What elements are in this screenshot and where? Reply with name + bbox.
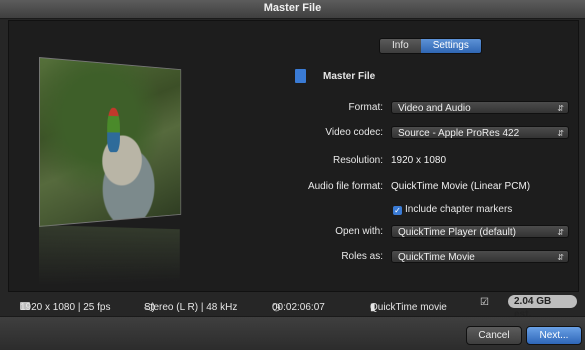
roles-as-value: QuickTime Movie — [398, 252, 475, 263]
settings-panel: Info Settings Master File Format: Video … — [8, 20, 579, 292]
audio-info-text: Stereo (L R) | 48 kHz — [144, 302, 238, 313]
audio-format-value: QuickTime Movie (Linear PCM) — [391, 181, 531, 192]
video-codec-label: Video codec: — [325, 127, 383, 138]
video-info-text: 1920 x 1080 | 25 fps — [20, 302, 111, 313]
preview-area — [9, 21, 299, 291]
tab-info[interactable]: Info — [380, 39, 421, 53]
popup-arrows-icon: ⇵ — [557, 104, 564, 113]
title-bar: Master File — [0, 0, 585, 19]
settings-heading: Master File — [323, 71, 376, 82]
checkmark-icon: ✓ — [393, 206, 402, 215]
popup-arrows-icon: ⇵ — [557, 228, 564, 237]
open-with-label: Open with: — [335, 226, 383, 237]
chapter-markers-checkbox[interactable]: ✓ Include chapter markers — [393, 204, 512, 215]
preview-reflection — [39, 225, 180, 285]
duration-text: 00:02:06:07 — [272, 302, 325, 313]
next-button[interactable]: Next... — [526, 326, 582, 345]
button-bar: Cancel Next... — [0, 316, 585, 350]
format-popup[interactable]: Video and Audio ⇵ — [391, 101, 569, 114]
file-type-text: QuickTime movie — [370, 302, 447, 313]
document-icon — [295, 69, 306, 83]
status-bar: 1920 x 1080 | 25 fps ◁) Stereo (L R) | 4… — [8, 292, 577, 320]
popup-arrows-icon: ⇵ — [557, 129, 564, 138]
roles-as-popup[interactable]: QuickTime Movie ⇵ — [391, 250, 569, 263]
resolution-label: Resolution: — [332, 155, 383, 166]
tab-settings[interactable]: Settings — [420, 39, 481, 53]
share-dialog: Master File Info Settings Master File Fo… — [0, 0, 585, 350]
chapter-markers-label: Include chapter markers — [405, 204, 513, 215]
parrot-image — [107, 107, 120, 153]
tab-selector: Info Settings — [379, 38, 482, 54]
open-with-value: QuickTime Player (default) — [398, 227, 516, 238]
roles-as-label: Roles as: — [341, 251, 383, 262]
format-label: Format: — [348, 102, 383, 113]
window-title: Master File — [263, 2, 322, 14]
audio-format-label: Audio file format: — [307, 181, 383, 192]
cancel-button[interactable]: Cancel — [466, 326, 522, 345]
open-with-popup[interactable]: QuickTime Player (default) ⇵ — [391, 225, 569, 238]
size-estimate-badge: 2.04 GB est. — [508, 295, 577, 320]
preview-thumbnail — [39, 57, 182, 227]
format-value: Video and Audio — [398, 103, 471, 114]
checklist-icon: ☑ — [480, 297, 489, 308]
video-codec-popup[interactable]: Source - Apple ProRes 422 ⇵ — [391, 126, 569, 139]
popup-arrows-icon: ⇵ — [557, 253, 564, 262]
video-codec-value: Source - Apple ProRes 422 — [398, 128, 520, 139]
resolution-value: 1920 x 1080 — [391, 155, 447, 166]
